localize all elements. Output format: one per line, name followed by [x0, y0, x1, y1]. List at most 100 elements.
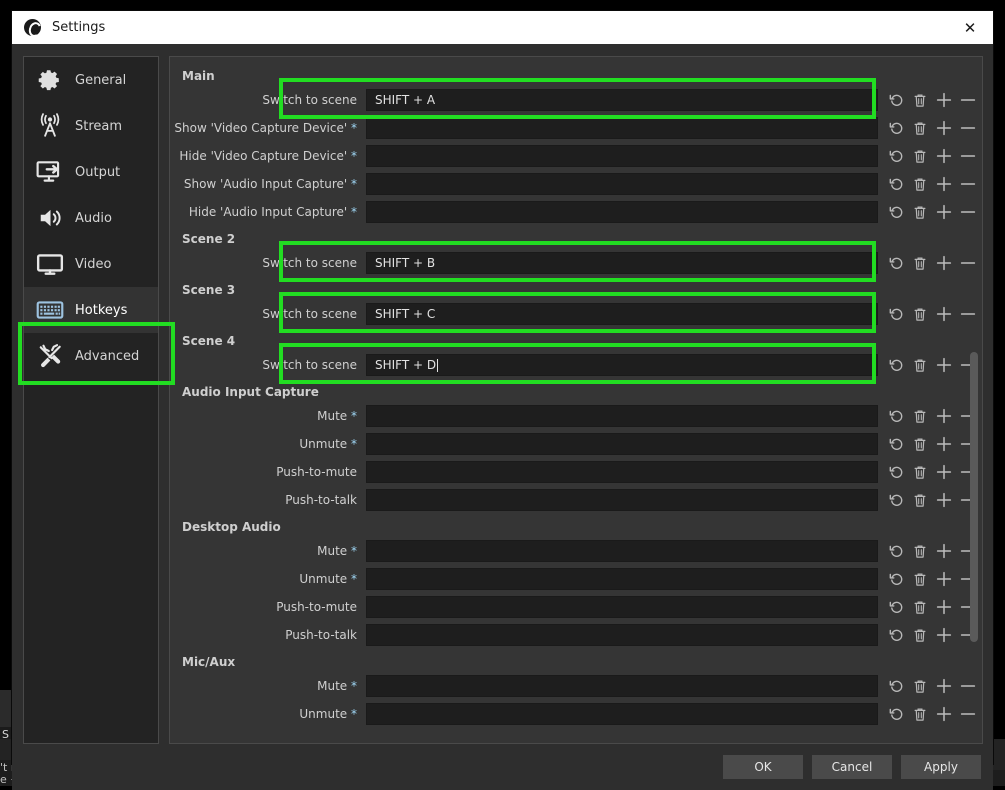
revert-hotkey-button[interactable] [884, 303, 908, 325]
clear-hotkey-button[interactable] [908, 489, 932, 511]
revert-hotkey-button[interactable] [884, 596, 908, 618]
close-icon[interactable]: ✕ [947, 11, 993, 44]
hotkey-group-title: Scene 4 [170, 334, 982, 348]
add-hotkey-button[interactable] [932, 489, 956, 511]
revert-icon [889, 409, 904, 424]
trash-icon [913, 409, 927, 424]
clear-hotkey-button[interactable] [908, 461, 932, 483]
revert-hotkey-button[interactable] [884, 252, 908, 274]
add-hotkey-button[interactable] [932, 596, 956, 618]
hotkey-input[interactable] [366, 703, 878, 725]
clear-hotkey-button[interactable] [908, 540, 932, 562]
clear-hotkey-button[interactable] [908, 145, 932, 167]
hotkey-label-text: Mute [317, 679, 347, 693]
revert-hotkey-button[interactable] [884, 173, 908, 195]
clear-hotkey-button[interactable] [908, 624, 932, 646]
hotkey-input[interactable] [366, 540, 878, 562]
cancel-button[interactable]: Cancel [812, 755, 892, 779]
revert-hotkey-button[interactable] [884, 145, 908, 167]
scrollbar-thumb[interactable] [970, 352, 978, 642]
revert-icon [889, 572, 904, 587]
revert-hotkey-button[interactable] [884, 461, 908, 483]
hotkey-input[interactable] [366, 145, 878, 167]
hotkey-input[interactable]: SHIFT + B [366, 252, 878, 274]
add-hotkey-button[interactable] [932, 145, 956, 167]
add-hotkey-button[interactable] [932, 354, 956, 376]
revert-hotkey-button[interactable] [884, 405, 908, 427]
clear-hotkey-button[interactable] [908, 433, 932, 455]
hotkey-input[interactable] [366, 461, 878, 483]
hotkey-input[interactable] [366, 173, 878, 195]
hotkey-input[interactable] [366, 433, 878, 455]
add-hotkey-button[interactable] [932, 117, 956, 139]
revert-icon [889, 358, 904, 373]
hotkey-label-text: Show 'Video Capture Device' [174, 121, 347, 135]
hotkey-input[interactable] [366, 568, 878, 590]
hotkey-row: Mute * [170, 537, 982, 565]
sidebar-item-output[interactable]: Output [24, 149, 158, 195]
clear-hotkey-button[interactable] [908, 117, 932, 139]
plus-icon [936, 599, 952, 615]
hotkey-input[interactable] [366, 201, 878, 223]
revert-hotkey-button[interactable] [884, 703, 908, 725]
hotkey-input[interactable] [366, 624, 878, 646]
hotkey-input[interactable] [366, 117, 878, 139]
trash-icon [913, 149, 927, 164]
add-hotkey-button[interactable] [932, 201, 956, 223]
add-hotkey-button[interactable] [932, 703, 956, 725]
hotkey-input[interactable] [366, 489, 878, 511]
gear-icon [35, 66, 65, 94]
hotkey-input[interactable]: SHIFT + D [366, 354, 878, 376]
add-hotkey-button[interactable] [932, 540, 956, 562]
revert-hotkey-button[interactable] [884, 675, 908, 697]
add-hotkey-button[interactable] [932, 252, 956, 274]
clear-hotkey-button[interactable] [908, 354, 932, 376]
add-hotkey-button[interactable] [932, 433, 956, 455]
sidebar-item-general[interactable]: General [24, 57, 158, 103]
sidebar-item-advanced[interactable]: Advanced [24, 333, 158, 379]
add-hotkey-button[interactable] [932, 405, 956, 427]
revert-hotkey-button[interactable] [884, 624, 908, 646]
revert-hotkey-button[interactable] [884, 540, 908, 562]
revert-hotkey-button[interactable] [884, 433, 908, 455]
hotkey-input[interactable] [366, 405, 878, 427]
revert-icon [889, 493, 904, 508]
hotkey-label: Unmute * [170, 437, 366, 451]
sidebar-item-stream[interactable]: Stream [24, 103, 158, 149]
clear-hotkey-button[interactable] [908, 201, 932, 223]
hotkey-input[interactable]: SHIFT + A [366, 89, 878, 111]
revert-hotkey-button[interactable] [884, 117, 908, 139]
add-hotkey-button[interactable] [932, 461, 956, 483]
content-scrollbar[interactable] [968, 59, 980, 741]
add-hotkey-button[interactable] [932, 173, 956, 195]
clear-hotkey-button[interactable] [908, 89, 932, 111]
add-hotkey-button[interactable] [932, 89, 956, 111]
revert-hotkey-button[interactable] [884, 201, 908, 223]
sidebar-item-video[interactable]: Video [24, 241, 158, 287]
clear-hotkey-button[interactable] [908, 405, 932, 427]
add-hotkey-button[interactable] [932, 303, 956, 325]
clear-hotkey-button[interactable] [908, 252, 932, 274]
clear-hotkey-button[interactable] [908, 303, 932, 325]
revert-icon [889, 600, 904, 615]
hotkey-input[interactable] [366, 596, 878, 618]
revert-hotkey-button[interactable] [884, 89, 908, 111]
ok-button[interactable]: OK [723, 755, 803, 779]
revert-hotkey-button[interactable] [884, 568, 908, 590]
clear-hotkey-button[interactable] [908, 675, 932, 697]
apply-button[interactable]: Apply [901, 755, 981, 779]
add-hotkey-button[interactable] [932, 675, 956, 697]
revert-hotkey-button[interactable] [884, 354, 908, 376]
sidebar-item-hotkeys[interactable]: Hotkeys [24, 287, 158, 333]
add-hotkey-button[interactable] [932, 568, 956, 590]
clear-hotkey-button[interactable] [908, 173, 932, 195]
sidebar-item-audio[interactable]: Audio [24, 195, 158, 241]
add-hotkey-button[interactable] [932, 624, 956, 646]
clear-hotkey-button[interactable] [908, 596, 932, 618]
revert-hotkey-button[interactable] [884, 489, 908, 511]
hotkey-input[interactable]: SHIFT + C [366, 303, 878, 325]
plus-icon [936, 627, 952, 643]
clear-hotkey-button[interactable] [908, 568, 932, 590]
hotkey-input[interactable] [366, 675, 878, 697]
clear-hotkey-button[interactable] [908, 703, 932, 725]
